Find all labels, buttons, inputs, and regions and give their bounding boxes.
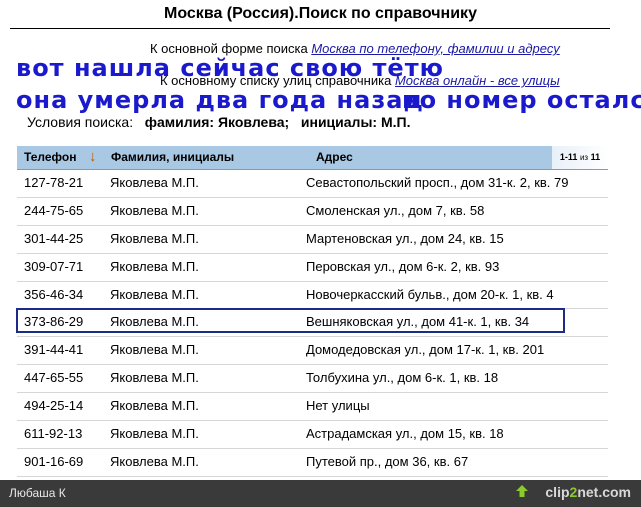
arrow-down-icon[interactable]: ↓ xyxy=(89,148,97,165)
cell-phone: 244-75-65 xyxy=(24,202,84,218)
results-table-header: Телефон ↓ Фамилия, инициалы Адрес 1-11 и… xyxy=(17,146,608,170)
brand-logo: clip2net.com xyxy=(545,484,631,500)
cell-address: Путевой пр., дом 36, кв. 67 xyxy=(306,453,469,469)
cell-address: Толбухина ул., дом 6-к. 1, кв. 18 xyxy=(306,370,499,386)
table-row: 447-65-55 Яковлева М.П. Толбухина ул., дом… xyxy=(17,365,608,394)
cell-phone: 901-16-69 xyxy=(24,453,84,469)
table-row: 127-78-21 Яковлева М.П. Севастопольский пр… xyxy=(17,170,608,198)
table-row: 901-16-69 Яковлева М.П. Путевой пр., дом 3… xyxy=(17,449,608,477)
title-divider xyxy=(10,28,610,29)
search-condition-initials: инициалы: М.П. xyxy=(300,114,411,130)
cell-name: Яковлева М.П. xyxy=(110,175,199,190)
cell-phone: 301-44-25 xyxy=(24,230,84,246)
cell-phone: 447-65-55 xyxy=(24,370,84,386)
cell-phone: 127-78-21 xyxy=(24,175,84,190)
brand-prefix: clip xyxy=(545,484,570,500)
column-header-phone[interactable]: Телефон xyxy=(24,150,76,164)
cell-name: Яковлева М.П. xyxy=(110,398,199,414)
table-row: 356-46-34 Яковлева М.П. Новочеркасский бул… xyxy=(17,282,608,310)
table-row: 244-75-65 Яковлева М.П. Смоленская ул., до… xyxy=(17,198,608,226)
cell-phone: 611-92-13 xyxy=(24,426,83,442)
cell-phone: 391-44-41 xyxy=(24,342,84,358)
cell-address: Домодедовская ул., дом 17-к. 1, кв. 201 xyxy=(306,342,545,358)
pager-indicator: 1-11 из 11 xyxy=(552,146,608,169)
cell-phone: 494-25-14 xyxy=(24,398,84,414)
cell-address: Перовская ул., дом 6-к. 2, кв. 93 xyxy=(306,258,500,274)
cell-name: Яковлева М.П. xyxy=(110,342,199,358)
pager-total: 11 xyxy=(590,152,601,162)
pager-range: 1-11 xyxy=(559,152,578,162)
cell-address: Астрадамская ул., дом 15, кв. 18 xyxy=(306,426,504,442)
column-header-address[interactable]: Адрес xyxy=(316,150,353,164)
cell-address: Нет улицы xyxy=(306,398,370,414)
brand-suffix: net.com xyxy=(577,484,631,500)
column-header-name[interactable]: Фамилия, инициалы xyxy=(111,150,234,164)
table-row: 494-25-14 Яковлева М.П. Нет улицы xyxy=(17,393,608,422)
search-condition-surname: фамилия: Яковлева; xyxy=(144,114,290,130)
cell-phone: 356-46-34 xyxy=(24,286,84,302)
handwritten-note-line-2: она умерла два года назад xyxy=(16,86,424,114)
pager-of: из xyxy=(579,153,589,162)
cell-address: Смоленская ул., дом 7, кв. 58 xyxy=(306,202,485,218)
cell-name: Яковлева М.П. xyxy=(110,258,199,274)
cell-address: Новочеркасский бульв., дом 20-к. 1, кв. … xyxy=(306,286,554,302)
table-row: 391-44-41 Яковлева М.П. Домодедовская ул.,… xyxy=(17,337,608,366)
table-row: 611-92-13 Яковлева М.П. Астрадамская ул., … xyxy=(17,421,608,449)
cell-name: Яковлева М.П. xyxy=(110,202,199,218)
search-conditions-label: Условия поиска: xyxy=(27,114,134,130)
highlight-annotation-box xyxy=(16,308,565,333)
cell-address: Севастопольский просп., дом 31-к. 2, кв.… xyxy=(306,175,569,190)
cell-name: Яковлева М.П. xyxy=(110,426,199,442)
table-row: 301-44-25 Яковлева М.П. Мартеновская ул., … xyxy=(17,226,608,254)
cell-name: Яковлева М.П. xyxy=(110,286,199,302)
cell-name: Яковлева М.П. xyxy=(110,230,199,246)
cell-name: Яковлева М.П. xyxy=(110,453,199,469)
table-row: 309-07-71 Яковлева М.П. Перовская ул., дом… xyxy=(17,254,608,282)
upload-arrow-icon xyxy=(516,485,528,497)
handwritten-note-line-3: но номер остался xyxy=(402,86,641,114)
page-title: Москва (Россия).Поиск по справочнику xyxy=(164,5,477,22)
footer-bar: Любаша К clip2net.com xyxy=(0,480,641,507)
footer-username: Любаша К xyxy=(9,486,66,500)
search-conditions: Условия поиска: фамилия: Яковлева; иници… xyxy=(27,114,410,130)
cell-phone: 309-07-71 xyxy=(24,258,84,274)
cell-address: Мартеновская ул., дом 24, кв. 15 xyxy=(306,230,504,246)
cell-name: Яковлева М.П. xyxy=(110,370,199,386)
